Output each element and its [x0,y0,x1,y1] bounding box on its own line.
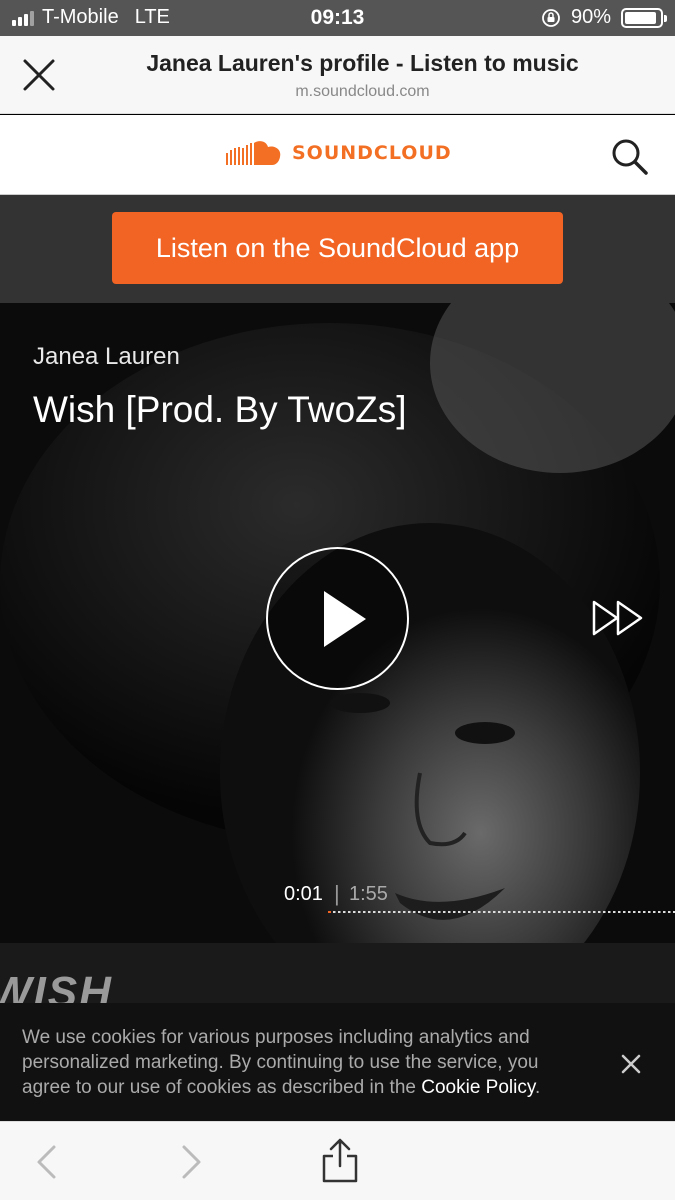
browser-toolbar [0,1121,675,1200]
track-title: Wish [Prod. By TwoZs] [33,389,407,430]
soundcloud-header: SOUNDCLOUD [0,115,675,195]
browser-header: Janea Lauren's profile - Listen to music… [0,36,675,114]
soundcloud-logo[interactable]: SOUNDCLOUD [226,139,452,167]
soundcloud-logo-text: SOUNDCLOUD [292,142,452,164]
orientation-lock-icon [542,8,560,27]
time-separator: | [334,881,340,906]
status-right: 90% [541,6,667,29]
cookie-suffix: . [534,1077,541,1098]
status-bar: T-Mobile LTE 09:13 90% [0,0,675,36]
close-icon[interactable] [20,56,58,94]
progress-fill [328,911,332,913]
battery-icon [621,7,667,28]
current-time: 0:01 [284,883,323,905]
skip-forward-icon[interactable] [592,600,644,636]
artist-name[interactable]: Janea Lauren [33,343,180,371]
chevron-right-icon[interactable] [180,1144,204,1180]
cookie-notice: We use cookies for various purposes incl… [0,1003,675,1121]
play-icon [324,591,366,647]
chevron-left-icon[interactable] [34,1144,58,1180]
soundcloud-cloud-icon [226,141,281,165]
artwork-text: WISH [0,968,113,1003]
app-banner: Listen on the SoundCloud app [0,195,675,303]
browser-page-title: Janea Lauren's profile - Listen to music [146,50,579,76]
battery-percent: 90% [570,6,611,28]
search-icon[interactable] [610,137,650,177]
share-icon[interactable] [320,1136,360,1184]
cookie-text: We use cookies for various purposes incl… [22,1025,592,1100]
play-button[interactable] [266,547,409,690]
track-duration: 1:55 [349,883,388,905]
open-app-button[interactable]: Listen on the SoundCloud app [112,212,563,284]
track-player: Janea Lauren Wish [Prod. By TwoZs] 0:01 … [0,303,675,1003]
battery-fill [625,11,656,24]
browser-url[interactable]: m.soundcloud.com [70,83,655,101]
close-icon[interactable] [620,1053,642,1075]
progress-bar[interactable] [328,911,675,913]
cookie-policy-link[interactable]: Cookie Policy [421,1077,535,1098]
